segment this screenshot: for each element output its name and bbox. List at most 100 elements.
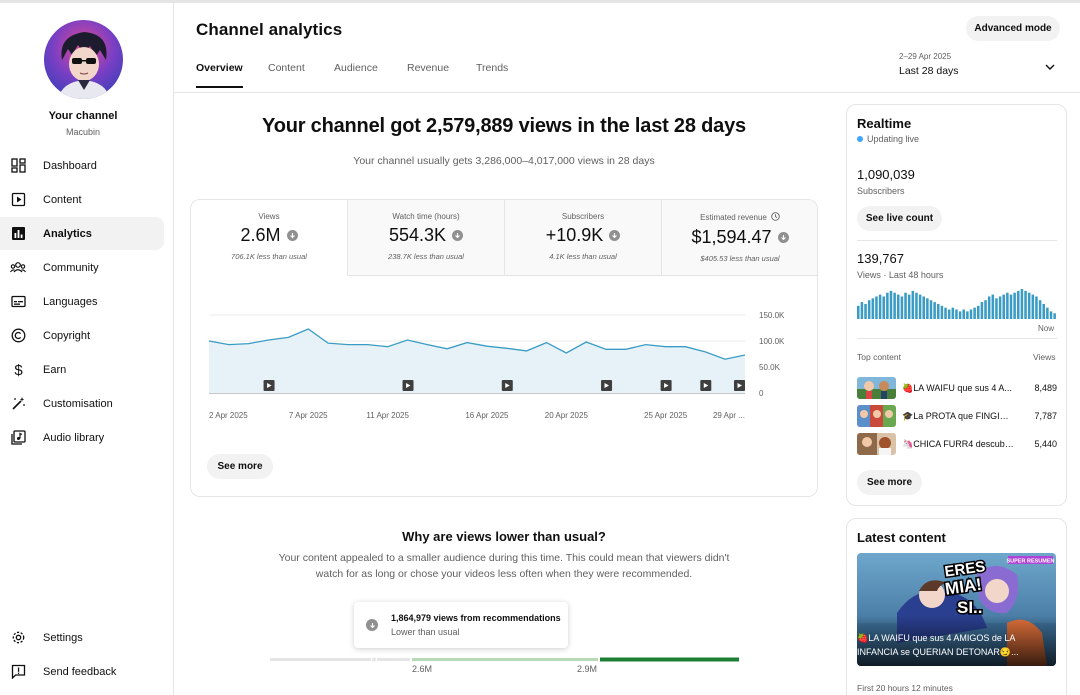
realtime-bar — [918, 294, 922, 319]
sidebar-item-earn[interactable]: $ Earn — [0, 353, 164, 386]
metric-watch-time[interactable]: Watch time (hours) 554.3K 238.7K less th… — [348, 200, 505, 276]
sidebar-item-content[interactable]: Content — [0, 183, 164, 216]
sidebar-item-languages[interactable]: Languages — [0, 285, 164, 318]
metric-note: 4.1K less than usual — [549, 252, 617, 261]
realtime-views-count: 139,767 — [857, 251, 904, 266]
realtime-bar — [897, 294, 900, 319]
sidebar-item-label: Copyright — [43, 329, 91, 342]
x-tick-label: 29 Apr ... — [713, 411, 745, 420]
tab-overview[interactable]: Overview — [196, 62, 243, 88]
tab-revenue[interactable]: Revenue — [407, 62, 449, 86]
realtime-bar — [889, 290, 893, 319]
tab-trends[interactable]: Trends — [476, 62, 508, 86]
latest-content-title: Latest content — [857, 530, 946, 545]
sidebar-item-send-feedback[interactable]: Send feedback — [0, 655, 164, 688]
y-tick-label: 50.0K — [759, 363, 781, 372]
metric-label: Watch time (hours) — [392, 212, 460, 221]
range-high-label: 2.9M — [577, 664, 598, 674]
realtime-bar — [1053, 313, 1056, 319]
sidebar-item-label: Settings — [43, 631, 83, 644]
tab-audience[interactable]: Audience — [334, 62, 378, 86]
arrow-down-icon — [286, 230, 298, 241]
realtime-bar — [995, 298, 998, 319]
realtime-bar — [922, 296, 925, 319]
sidebar-item-community[interactable]: Community — [0, 251, 164, 284]
sidebar-item-analytics[interactable]: Analytics — [0, 217, 164, 250]
top-content-label: Top content — [857, 352, 901, 362]
chevron-down-icon[interactable] — [1043, 60, 1057, 78]
metric-views[interactable]: Views 2.6M 706.1K less than usual — [191, 200, 348, 276]
realtime-bar — [886, 292, 889, 319]
sidebar-item-audio-library[interactable]: Audio library — [0, 421, 164, 454]
date-range-selector[interactable]: 2–29 Apr 2025 Last 28 days — [899, 52, 959, 77]
realtime-bar — [1042, 303, 1045, 319]
sidebar-item-label: Customisation — [43, 397, 113, 410]
metric-estimated-revenue[interactable]: Estimated revenue $1,594.47 $405.53 less… — [662, 200, 817, 276]
see-more-button[interactable]: See more — [857, 470, 922, 495]
sidebar-item-dashboard[interactable]: Dashboard — [0, 149, 164, 182]
realtime-bar — [867, 300, 871, 319]
arrow-down-icon — [452, 230, 464, 241]
realtime-bar — [962, 309, 965, 319]
realtime-bar — [1009, 294, 1013, 319]
metric-note: 706.1K less than usual — [231, 252, 307, 261]
y-tick-label: 0 — [759, 389, 764, 398]
sidebar-item-copyright[interactable]: Copyright — [0, 319, 164, 352]
header-divider — [174, 92, 1080, 93]
arrow-down-icon — [777, 232, 789, 243]
realtime-bar — [951, 307, 955, 319]
see-live-count-button[interactable]: See live count — [857, 206, 942, 231]
realtime-bar — [1002, 294, 1005, 319]
realtime-bar — [1006, 292, 1009, 319]
top-content-views: 7,787 — [1034, 411, 1057, 421]
languages-icon — [10, 294, 26, 310]
x-tick-label: 7 Apr 2025 — [289, 411, 328, 420]
see-more-button[interactable]: See more — [207, 454, 273, 479]
views-subhead: Your channel usually gets 3,286,000–4,01… — [353, 155, 655, 167]
realtime-bar — [1024, 290, 1027, 319]
views-range-bar — [270, 656, 739, 663]
realtime-bar — [915, 292, 918, 319]
top-content-row[interactable]: 🦄CHICA FURR4 descubr... 5,440 — [857, 433, 1057, 457]
metric-note: $405.53 less than usual — [700, 254, 780, 263]
realtime-bar — [871, 298, 875, 319]
realtime-bar — [984, 300, 987, 319]
thumb-badge: SUPER RESUMEN — [1007, 559, 1055, 565]
divider — [857, 338, 1057, 339]
video-thumbnail — [857, 377, 896, 399]
realtime-bar — [882, 296, 885, 319]
realtime-bar — [875, 296, 878, 319]
metric-subscribers[interactable]: Subscribers +10.9K 4.1K less than usual — [505, 200, 662, 276]
realtime-bar — [991, 294, 995, 319]
arrow-down-icon — [609, 230, 621, 241]
copyright-icon — [10, 328, 26, 344]
realtime-bar — [958, 311, 962, 319]
earn-icon: $ — [10, 362, 26, 378]
tab-content[interactable]: Content — [268, 62, 305, 86]
realtime-bar — [944, 307, 947, 319]
sidebar-item-settings[interactable]: Settings — [0, 621, 164, 654]
realtime-bar — [878, 294, 882, 319]
sidebar-item-label: Dashboard — [43, 159, 97, 172]
live-indicator: Updating live — [857, 134, 919, 144]
sidebar-item-customisation[interactable]: Customisation — [0, 387, 164, 420]
metric-value: 554.3K — [388, 225, 447, 245]
x-tick-label: 20 Apr 2025 — [545, 411, 589, 420]
video-marker-icon — [734, 380, 745, 391]
x-tick-label: 25 Apr 2025 — [644, 411, 688, 420]
realtime-views-bars — [857, 289, 1056, 319]
realtime-bar — [893, 292, 896, 319]
why-title: Why are views lower than usual? — [402, 529, 606, 544]
advanced-mode-button[interactable]: Advanced mode — [966, 16, 1060, 41]
avatar[interactable] — [44, 20, 123, 99]
top-content-row[interactable]: 🎓La PROTA que FINGIA ... 7,787 — [857, 405, 1057, 429]
top-content-row[interactable]: 🍓LA WAIFU que sus 4 A... 8,489 — [857, 377, 1057, 401]
gear-icon — [10, 630, 26, 646]
realtime-bar — [1035, 296, 1038, 319]
realtime-bar — [857, 305, 860, 319]
latest-video-stats: First 20 hours 12 minutes — [857, 683, 953, 693]
clock-icon — [771, 212, 780, 223]
feedback-icon — [10, 664, 26, 680]
tooltip-title: 1,864,979 views from recommendations — [391, 613, 561, 623]
video-marker-icon — [402, 380, 414, 391]
